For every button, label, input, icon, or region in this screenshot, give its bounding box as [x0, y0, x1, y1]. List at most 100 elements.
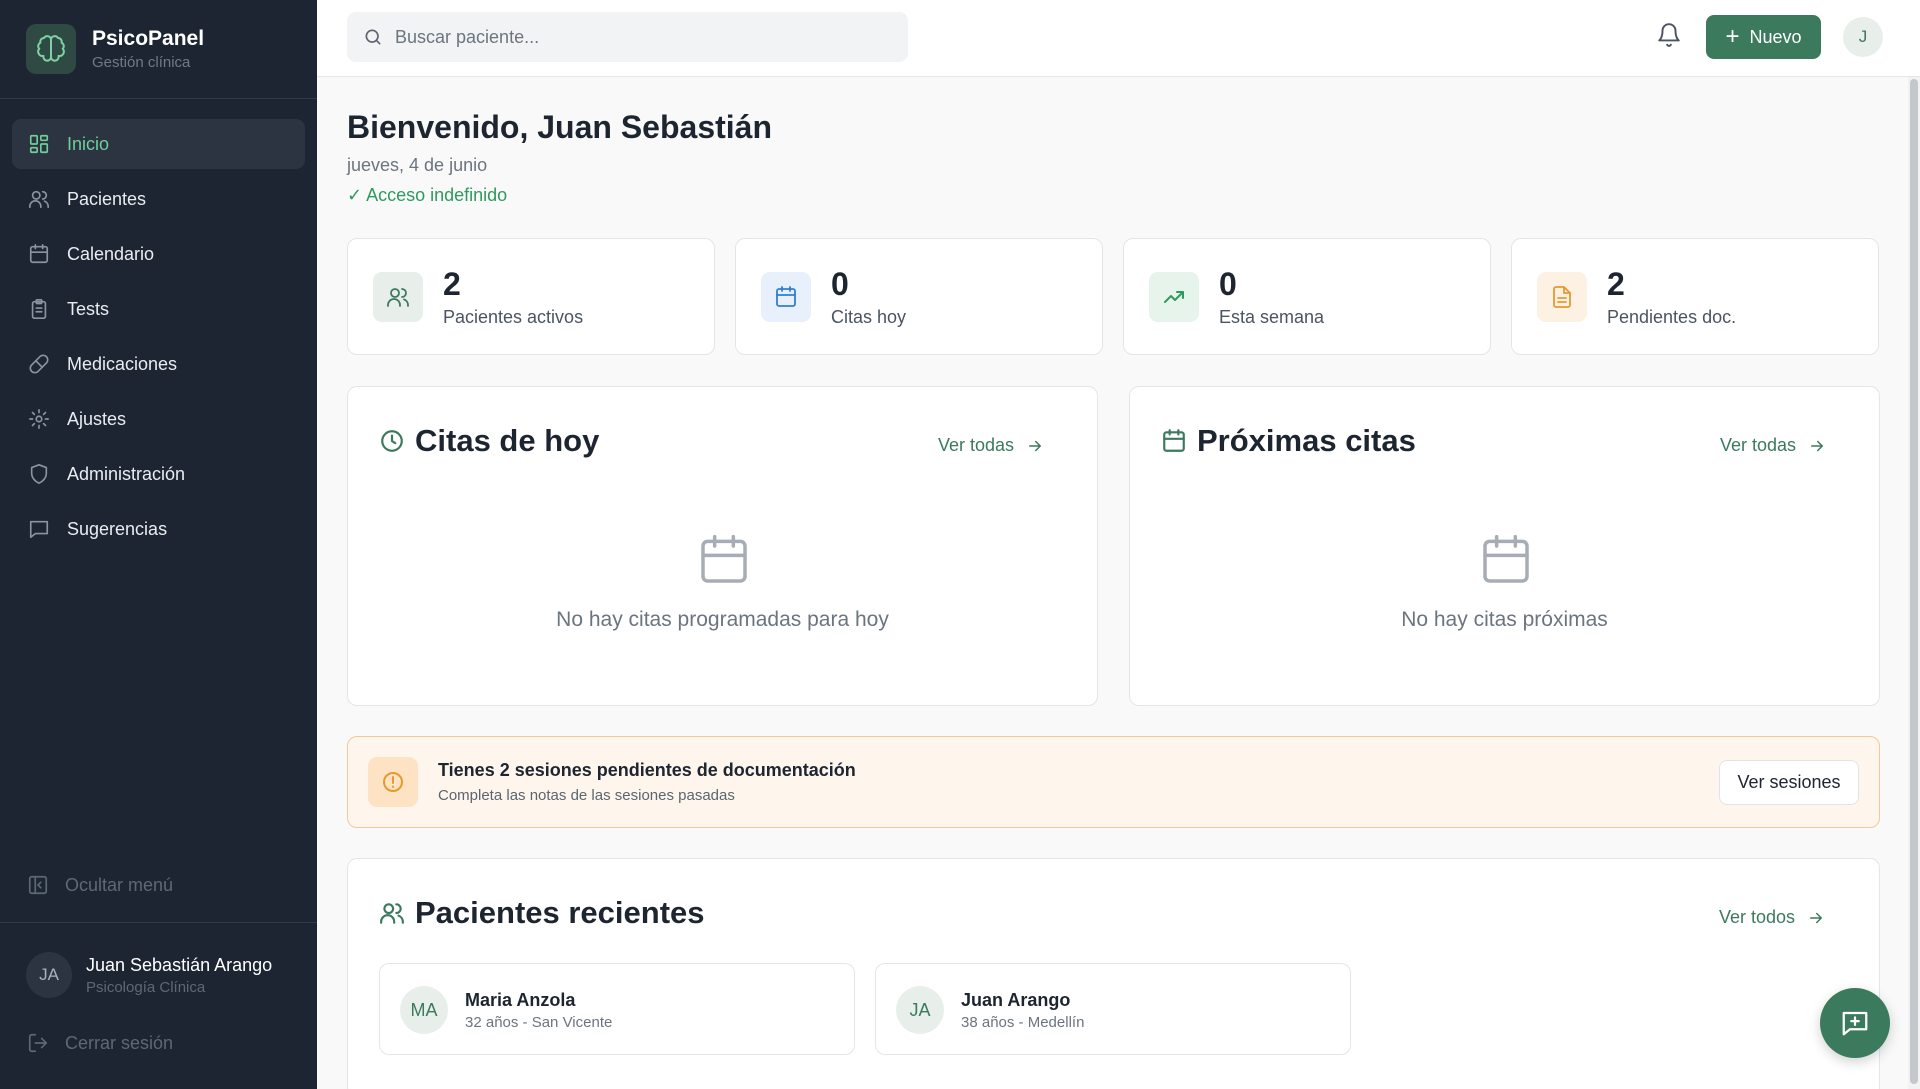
topbar: + Nuevo J [317, 0, 1920, 77]
search-input[interactable] [395, 26, 875, 48]
search-box [347, 12, 908, 62]
plus-icon: + [1725, 23, 1740, 50]
stat-card-pending-docs: 2 Pendientes doc. [1511, 238, 1879, 355]
users-icon [27, 187, 51, 211]
arrow-right-icon [1029, 440, 1042, 451]
clock-icon [381, 430, 403, 452]
panel-title: Citas de hoy [415, 423, 600, 458]
sidebar: PsicoPanel Gestión clínica Inicio Pacien… [0, 0, 317, 1089]
stat-label: Pacientes activos [443, 307, 584, 327]
sidebar-item-label: Inicio [67, 133, 110, 154]
message-plus-icon [1842, 1011, 1868, 1036]
clipboard-icon [27, 297, 51, 321]
sidebar-item-sugerencias[interactable]: Sugerencias [12, 504, 305, 554]
stat-value: 2 [443, 266, 461, 302]
view-all-patients-link[interactable]: Ver todos [1719, 907, 1825, 928]
users-icon [380, 903, 404, 924]
avatar[interactable]: J [1843, 17, 1883, 57]
avatar: MA [400, 986, 448, 1034]
sidebar-item-administracion[interactable]: Administración [12, 449, 305, 499]
scrollbar[interactable] [1908, 77, 1920, 1089]
arrow-right-icon [1811, 440, 1824, 451]
document-icon [1537, 272, 1587, 322]
message-icon [27, 517, 51, 541]
view-all-upcoming-link[interactable]: Ver todas [1720, 435, 1826, 456]
sidebar-item-label: Administración [67, 463, 186, 484]
notifications-bell-icon[interactable] [1656, 22, 1682, 53]
brand: PsicoPanel Gestión clínica [0, 0, 317, 99]
grid-icon [27, 132, 51, 156]
gear-icon [27, 407, 51, 431]
link-label: Ver todas [1720, 435, 1797, 455]
patient-card[interactable]: MA Maria Anzola 32 años - San Vicente [379, 963, 855, 1055]
brand-subtitle: Gestión clínica [92, 54, 191, 71]
recent-patients-panel: Pacientes recientes Ver todos MA Maria A… [347, 858, 1880, 1089]
access-status: ✓ Acceso indefinido [347, 185, 508, 205]
alert-subtitle: Completa las notas de las sesiones pasad… [438, 787, 735, 804]
patient-meta: 32 años - San Vicente [465, 1014, 613, 1031]
collapse-menu-label: Ocultar menú [65, 874, 174, 895]
current-date: jueves, 4 de junio [347, 155, 488, 175]
logout-button[interactable]: Cerrar sesión [27, 1032, 173, 1054]
feedback-chat-button[interactable] [1820, 988, 1890, 1058]
link-label: Ver todas [938, 435, 1015, 455]
new-button[interactable]: + Nuevo [1706, 15, 1821, 59]
sidebar-item-medicaciones[interactable]: Medicaciones [12, 339, 305, 389]
calendar-icon [761, 272, 811, 322]
alert-title: Tienes 2 sesiones pendientes de document… [438, 760, 856, 780]
user-role: Psicología Clínica [86, 978, 206, 996]
stat-value: 0 [831, 266, 849, 302]
calendar-empty-icon [1483, 534, 1529, 583]
sidebar-user[interactable]: JA Juan Sebastián Arango Psicología Clín… [26, 952, 272, 998]
sidebar-item-calendario[interactable]: Calendario [12, 229, 305, 279]
logout-label: Cerrar sesión [65, 1032, 174, 1053]
sidebar-item-inicio[interactable]: Inicio [12, 119, 305, 169]
empty-state-text: No hay citas programadas para hoy [556, 608, 889, 631]
sidebar-item-label: Calendario [67, 243, 155, 264]
sidebar-divider [0, 922, 317, 923]
today-appointments-panel: Citas de hoy Ver todas No hay citas prog… [347, 386, 1098, 706]
stat-card-this-week: 0 Esta semana [1123, 238, 1491, 355]
brand-name: PsicoPanel [92, 27, 205, 50]
empty-state-text: No hay citas próximas [1401, 608, 1608, 631]
sidebar-item-ajustes[interactable]: Ajustes [12, 394, 305, 444]
stat-label: Pendientes doc. [1607, 307, 1737, 327]
stat-label: Esta semana [1219, 307, 1325, 327]
sidebar-item-label: Ajustes [67, 408, 127, 429]
scrollbar-thumb[interactable] [1910, 79, 1918, 1084]
stat-value: 0 [1219, 266, 1237, 302]
users-icon [373, 272, 423, 322]
avatar: JA [896, 986, 944, 1034]
calendar-icon [27, 242, 51, 266]
sidebar-collapse-icon [28, 875, 48, 895]
logout-icon [28, 1033, 48, 1053]
calendar-icon [1163, 429, 1185, 452]
patient-meta: 38 años - Medellín [961, 1014, 1085, 1031]
stat-card-active-patients: 2 Pacientes activos [347, 238, 715, 355]
sidebar-item-label: Pacientes [67, 188, 147, 209]
panel-title: Próximas citas [1197, 423, 1416, 458]
alert-circle-icon [368, 757, 418, 807]
pill-icon [27, 352, 51, 376]
sidebar-item-label: Tests [67, 298, 110, 319]
patient-card[interactable]: JA Juan Arango 38 años - Medellín [875, 963, 1351, 1055]
panel-title: Pacientes recientes [415, 895, 705, 930]
view-all-today-link[interactable]: Ver todas [938, 435, 1044, 456]
sidebar-item-label: Sugerencias [67, 518, 168, 539]
patient-name: Maria Anzola [465, 990, 576, 1010]
page-title: Bienvenido, Juan Sebastián [347, 109, 772, 145]
sidebar-nav: Inicio Pacientes Calendario Tests Medica… [0, 99, 317, 554]
sidebar-item-pacientes[interactable]: Pacientes [12, 174, 305, 224]
stat-label: Citas hoy [831, 307, 907, 327]
shield-icon [27, 462, 51, 486]
view-sessions-button[interactable]: Ver sesiones [1719, 760, 1859, 805]
calendar-empty-icon [701, 534, 747, 583]
link-label: Ver todos [1719, 907, 1796, 927]
collapse-menu-button[interactable]: Ocultar menú [27, 874, 173, 896]
stat-value: 2 [1607, 266, 1625, 302]
sidebar-item-tests[interactable]: Tests [12, 284, 305, 334]
sidebar-item-label: Medicaciones [67, 353, 178, 374]
stat-card-today-appointments: 0 Citas hoy [735, 238, 1103, 355]
arrow-right-icon [1810, 912, 1823, 923]
trending-up-icon [1149, 272, 1199, 322]
